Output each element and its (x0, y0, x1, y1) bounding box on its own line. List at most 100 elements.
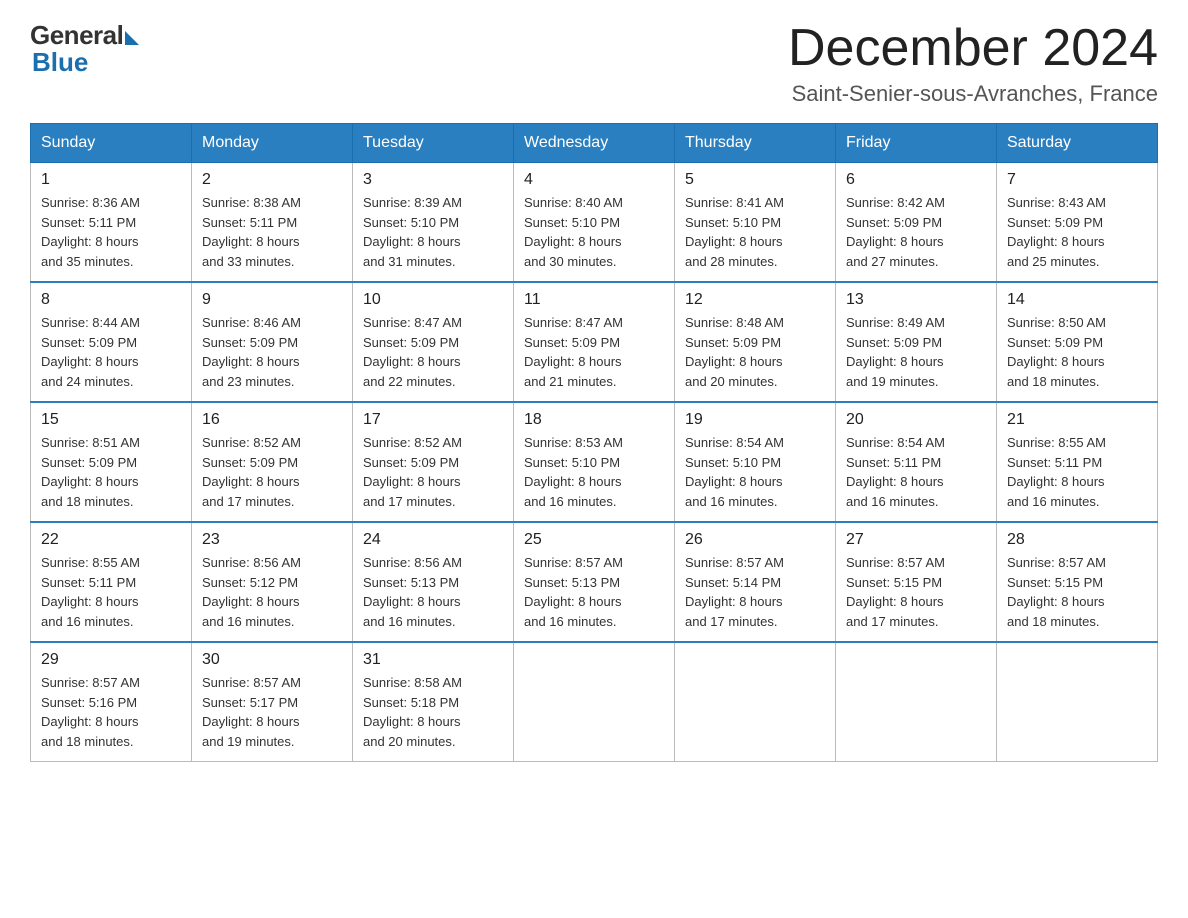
table-row: 11 Sunrise: 8:47 AMSunset: 5:09 PMDaylig… (514, 282, 675, 402)
day-number: 22 (41, 531, 181, 549)
calendar-row: 15 Sunrise: 8:51 AMSunset: 5:09 PMDaylig… (31, 402, 1158, 522)
day-info: Sunrise: 8:53 AMSunset: 5:10 PMDaylight:… (524, 433, 664, 511)
day-info: Sunrise: 8:57 AMSunset: 5:14 PMDaylight:… (685, 553, 825, 631)
calendar-table: Sunday Monday Tuesday Wednesday Thursday… (30, 123, 1158, 762)
table-row: 26 Sunrise: 8:57 AMSunset: 5:14 PMDaylig… (675, 522, 836, 642)
day-number: 5 (685, 171, 825, 189)
table-row: 20 Sunrise: 8:54 AMSunset: 5:11 PMDaylig… (836, 402, 997, 522)
page-header: General Blue December 2024 Saint-Senier-… (30, 20, 1158, 107)
day-info: Sunrise: 8:46 AMSunset: 5:09 PMDaylight:… (202, 313, 342, 391)
day-number: 8 (41, 291, 181, 309)
day-info: Sunrise: 8:57 AMSunset: 5:15 PMDaylight:… (846, 553, 986, 631)
table-row: 2 Sunrise: 8:38 AMSunset: 5:11 PMDayligh… (192, 163, 353, 283)
col-tuesday: Tuesday (353, 124, 514, 163)
day-info: Sunrise: 8:54 AMSunset: 5:11 PMDaylight:… (846, 433, 986, 511)
day-number: 23 (202, 531, 342, 549)
table-row: 3 Sunrise: 8:39 AMSunset: 5:10 PMDayligh… (353, 163, 514, 283)
day-number: 6 (846, 171, 986, 189)
day-number: 10 (363, 291, 503, 309)
table-row: 4 Sunrise: 8:40 AMSunset: 5:10 PMDayligh… (514, 163, 675, 283)
table-row: 16 Sunrise: 8:52 AMSunset: 5:09 PMDaylig… (192, 402, 353, 522)
day-info: Sunrise: 8:47 AMSunset: 5:09 PMDaylight:… (524, 313, 664, 391)
table-row: 1 Sunrise: 8:36 AMSunset: 5:11 PMDayligh… (31, 163, 192, 283)
table-row: 15 Sunrise: 8:51 AMSunset: 5:09 PMDaylig… (31, 402, 192, 522)
table-row: 14 Sunrise: 8:50 AMSunset: 5:09 PMDaylig… (997, 282, 1158, 402)
table-row: 31 Sunrise: 8:58 AMSunset: 5:18 PMDaylig… (353, 642, 514, 762)
table-row (836, 642, 997, 762)
table-row: 24 Sunrise: 8:56 AMSunset: 5:13 PMDaylig… (353, 522, 514, 642)
day-info: Sunrise: 8:57 AMSunset: 5:16 PMDaylight:… (41, 673, 181, 751)
logo-arrow-icon (125, 31, 139, 45)
table-row: 22 Sunrise: 8:55 AMSunset: 5:11 PMDaylig… (31, 522, 192, 642)
day-info: Sunrise: 8:44 AMSunset: 5:09 PMDaylight:… (41, 313, 181, 391)
table-row (675, 642, 836, 762)
day-number: 11 (524, 291, 664, 309)
col-wednesday: Wednesday (514, 124, 675, 163)
day-number: 24 (363, 531, 503, 549)
day-info: Sunrise: 8:52 AMSunset: 5:09 PMDaylight:… (363, 433, 503, 511)
table-row: 18 Sunrise: 8:53 AMSunset: 5:10 PMDaylig… (514, 402, 675, 522)
day-number: 3 (363, 171, 503, 189)
calendar-row: 22 Sunrise: 8:55 AMSunset: 5:11 PMDaylig… (31, 522, 1158, 642)
table-row: 8 Sunrise: 8:44 AMSunset: 5:09 PMDayligh… (31, 282, 192, 402)
day-number: 25 (524, 531, 664, 549)
calendar-row: 8 Sunrise: 8:44 AMSunset: 5:09 PMDayligh… (31, 282, 1158, 402)
day-info: Sunrise: 8:48 AMSunset: 5:09 PMDaylight:… (685, 313, 825, 391)
table-row: 25 Sunrise: 8:57 AMSunset: 5:13 PMDaylig… (514, 522, 675, 642)
col-saturday: Saturday (997, 124, 1158, 163)
day-info: Sunrise: 8:57 AMSunset: 5:17 PMDaylight:… (202, 673, 342, 751)
col-thursday: Thursday (675, 124, 836, 163)
table-row: 6 Sunrise: 8:42 AMSunset: 5:09 PMDayligh… (836, 163, 997, 283)
day-info: Sunrise: 8:43 AMSunset: 5:09 PMDaylight:… (1007, 193, 1147, 271)
col-monday: Monday (192, 124, 353, 163)
table-row: 9 Sunrise: 8:46 AMSunset: 5:09 PMDayligh… (192, 282, 353, 402)
calendar-header-row: Sunday Monday Tuesday Wednesday Thursday… (31, 124, 1158, 163)
day-number: 2 (202, 171, 342, 189)
day-info: Sunrise: 8:47 AMSunset: 5:09 PMDaylight:… (363, 313, 503, 391)
table-row: 12 Sunrise: 8:48 AMSunset: 5:09 PMDaylig… (675, 282, 836, 402)
day-info: Sunrise: 8:39 AMSunset: 5:10 PMDaylight:… (363, 193, 503, 271)
col-sunday: Sunday (31, 124, 192, 163)
table-row: 7 Sunrise: 8:43 AMSunset: 5:09 PMDayligh… (997, 163, 1158, 283)
day-number: 28 (1007, 531, 1147, 549)
day-info: Sunrise: 8:56 AMSunset: 5:13 PMDaylight:… (363, 553, 503, 631)
day-number: 29 (41, 651, 181, 669)
day-info: Sunrise: 8:51 AMSunset: 5:09 PMDaylight:… (41, 433, 181, 511)
day-info: Sunrise: 8:55 AMSunset: 5:11 PMDaylight:… (1007, 433, 1147, 511)
day-number: 16 (202, 411, 342, 429)
day-info: Sunrise: 8:54 AMSunset: 5:10 PMDaylight:… (685, 433, 825, 511)
day-number: 15 (41, 411, 181, 429)
day-number: 30 (202, 651, 342, 669)
day-info: Sunrise: 8:50 AMSunset: 5:09 PMDaylight:… (1007, 313, 1147, 391)
calendar-row: 1 Sunrise: 8:36 AMSunset: 5:11 PMDayligh… (31, 163, 1158, 283)
table-row: 13 Sunrise: 8:49 AMSunset: 5:09 PMDaylig… (836, 282, 997, 402)
table-row (997, 642, 1158, 762)
day-info: Sunrise: 8:58 AMSunset: 5:18 PMDaylight:… (363, 673, 503, 751)
table-row: 29 Sunrise: 8:57 AMSunset: 5:16 PMDaylig… (31, 642, 192, 762)
day-number: 20 (846, 411, 986, 429)
table-row: 19 Sunrise: 8:54 AMSunset: 5:10 PMDaylig… (675, 402, 836, 522)
day-number: 9 (202, 291, 342, 309)
day-info: Sunrise: 8:40 AMSunset: 5:10 PMDaylight:… (524, 193, 664, 271)
calendar-row: 29 Sunrise: 8:57 AMSunset: 5:16 PMDaylig… (31, 642, 1158, 762)
table-row: 23 Sunrise: 8:56 AMSunset: 5:12 PMDaylig… (192, 522, 353, 642)
table-row: 17 Sunrise: 8:52 AMSunset: 5:09 PMDaylig… (353, 402, 514, 522)
day-number: 19 (685, 411, 825, 429)
day-info: Sunrise: 8:38 AMSunset: 5:11 PMDaylight:… (202, 193, 342, 271)
day-number: 13 (846, 291, 986, 309)
table-row: 27 Sunrise: 8:57 AMSunset: 5:15 PMDaylig… (836, 522, 997, 642)
day-number: 1 (41, 171, 181, 189)
table-row: 10 Sunrise: 8:47 AMSunset: 5:09 PMDaylig… (353, 282, 514, 402)
day-number: 14 (1007, 291, 1147, 309)
day-number: 21 (1007, 411, 1147, 429)
day-info: Sunrise: 8:49 AMSunset: 5:09 PMDaylight:… (846, 313, 986, 391)
table-row: 30 Sunrise: 8:57 AMSunset: 5:17 PMDaylig… (192, 642, 353, 762)
day-number: 17 (363, 411, 503, 429)
day-info: Sunrise: 8:36 AMSunset: 5:11 PMDaylight:… (41, 193, 181, 271)
day-info: Sunrise: 8:55 AMSunset: 5:11 PMDaylight:… (41, 553, 181, 631)
location-title: Saint-Senier-sous-Avranches, France (788, 81, 1158, 107)
day-info: Sunrise: 8:57 AMSunset: 5:15 PMDaylight:… (1007, 553, 1147, 631)
logo: General Blue (30, 20, 139, 78)
col-friday: Friday (836, 124, 997, 163)
day-number: 12 (685, 291, 825, 309)
